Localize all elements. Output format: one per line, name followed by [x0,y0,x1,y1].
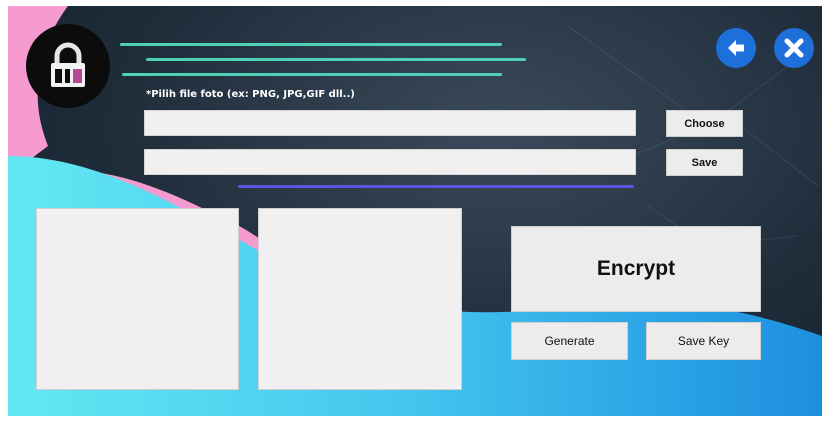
accent-line-2 [146,58,526,61]
source-file-input[interactable] [144,110,636,136]
accent-line-1 [120,43,502,46]
app-window: *Pilih file foto (ex: PNG, JPG,GIF dll..… [8,6,822,416]
app-logo [26,24,110,108]
encrypt-button[interactable]: Encrypt [511,226,761,312]
save-key-button[interactable]: Save Key [646,322,761,360]
divider-line [238,185,634,188]
accent-line-3 [122,73,502,76]
choose-button[interactable]: Choose [666,110,743,137]
arrow-left-icon [728,40,744,56]
save-button[interactable]: Save [666,149,743,176]
file-hint-label: *Pilih file foto (ex: PNG, JPG,GIF dll..… [146,89,355,100]
back-button[interactable] [716,28,756,68]
lock-icon [51,42,85,87]
encrypted-image-preview [258,208,462,390]
output-file-input[interactable] [144,149,636,175]
original-image-preview [36,208,239,390]
close-icon [784,38,804,58]
close-button[interactable] [774,28,814,68]
generate-button[interactable]: Generate [511,322,628,360]
